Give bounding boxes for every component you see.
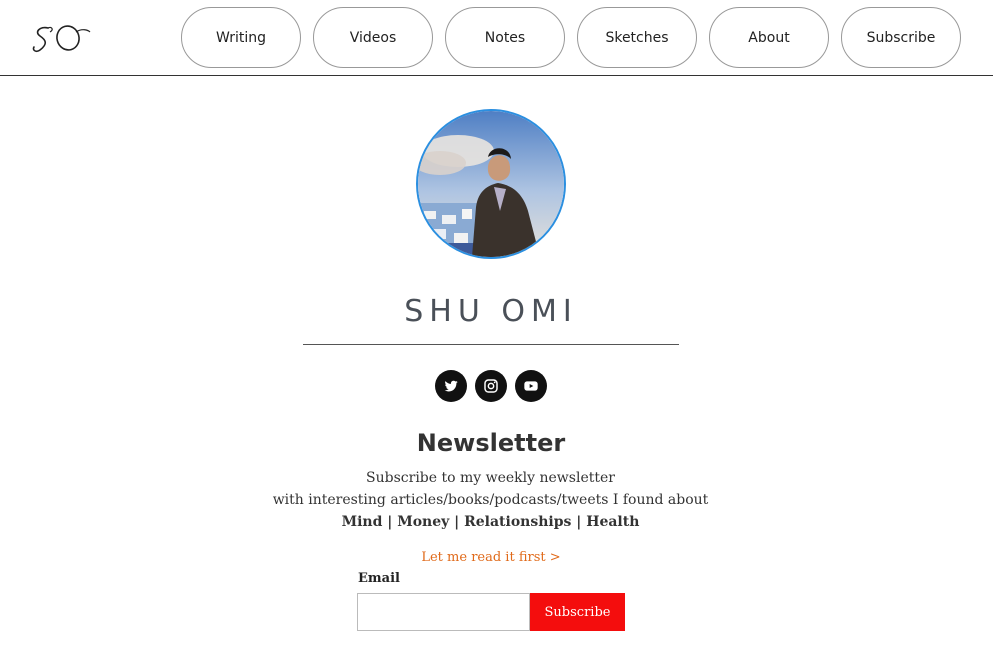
nav-subscribe-button[interactable]: Subscribe bbox=[841, 7, 961, 68]
name-divider bbox=[303, 344, 679, 345]
site-header: Writing Videos Notes Sketches About Subs… bbox=[0, 0, 993, 76]
twitter-icon bbox=[444, 380, 458, 392]
profile-name: SHU OMI bbox=[404, 294, 578, 329]
nav-videos-button[interactable]: Videos bbox=[313, 7, 433, 68]
youtube-icon bbox=[524, 381, 538, 391]
newsletter-topics: Mind | Money | Relationships | Health bbox=[341, 514, 640, 530]
email-label: Email bbox=[358, 571, 400, 586]
nav-writing-button[interactable]: Writing bbox=[181, 7, 301, 68]
logo-signature-icon bbox=[32, 25, 91, 53]
nav-notes-button[interactable]: Notes bbox=[445, 7, 565, 68]
youtube-link[interactable] bbox=[515, 370, 547, 402]
profile-avatar bbox=[416, 109, 566, 259]
instagram-link[interactable] bbox=[475, 370, 507, 402]
newsletter-title: Newsletter bbox=[416, 429, 566, 457]
twitter-link[interactable] bbox=[435, 370, 467, 402]
newsletter-subscribe-button[interactable]: Subscribe bbox=[530, 593, 625, 631]
nav-about-button[interactable]: About bbox=[709, 7, 829, 68]
profile-photo bbox=[418, 111, 564, 257]
site-logo[interactable] bbox=[30, 18, 94, 58]
nav-sketches-button[interactable]: Sketches bbox=[577, 7, 697, 68]
newsletter-line-1: Subscribe to my weekly newsletter bbox=[366, 470, 615, 486]
email-input[interactable] bbox=[357, 593, 530, 631]
instagram-icon bbox=[484, 379, 498, 393]
read-first-link[interactable]: Let me read it first > bbox=[391, 548, 591, 568]
newsletter-line-2: with interesting articles/books/podcasts… bbox=[272, 492, 709, 508]
